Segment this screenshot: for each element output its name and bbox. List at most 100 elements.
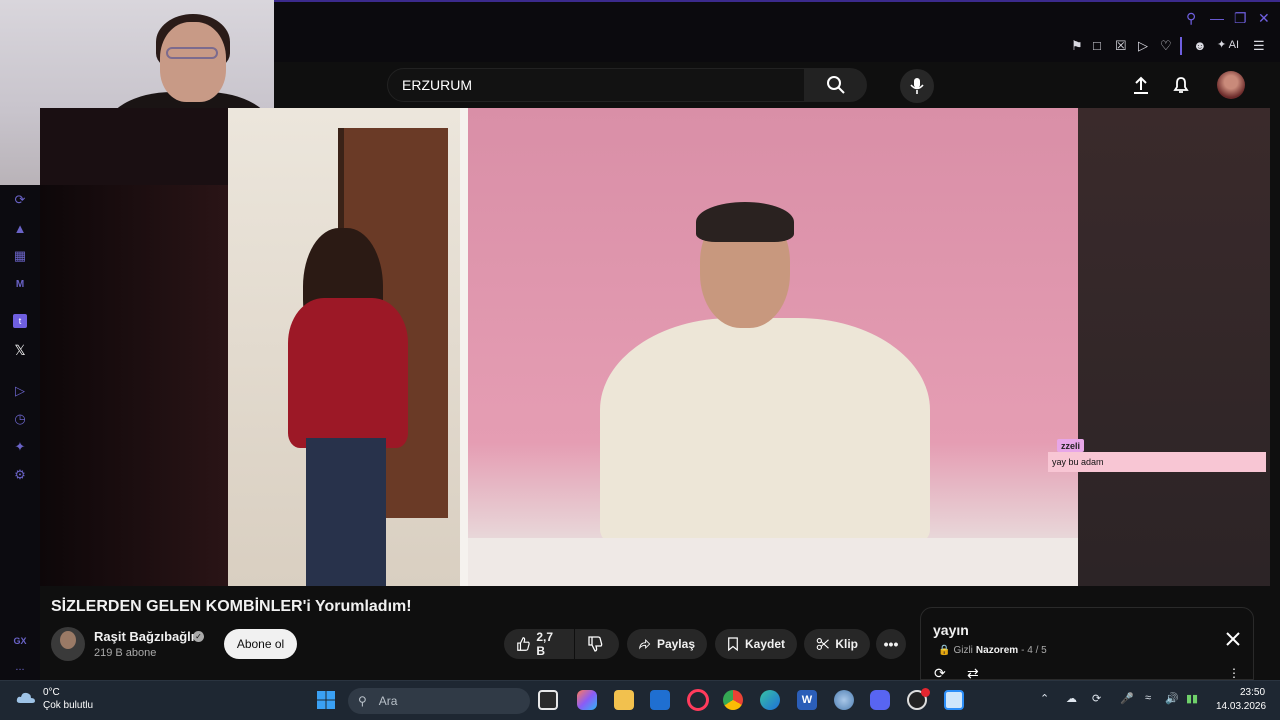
extensions-icon[interactable]: ✦ — [10, 437, 30, 457]
player-icon[interactable]: ▷ — [1138, 38, 1148, 54]
edge-icon[interactable] — [760, 690, 780, 710]
tray-overflow-icon[interactable]: ⌃ — [1040, 692, 1049, 705]
clip-button[interactable]: Klip — [804, 629, 870, 659]
search-input[interactable]: ERZURUM — [387, 68, 805, 102]
taskbar-search-placeholder: Ara — [378, 694, 398, 708]
speed-dial-icon[interactable]: ⟳ — [10, 190, 30, 210]
chrome-icon[interactable] — [723, 690, 743, 710]
ai-button[interactable]: ✦ AI — [1217, 38, 1239, 51]
share-label: Paylaş — [656, 637, 695, 651]
dislike-button[interactable] — [575, 629, 619, 659]
clip-label: Klip — [835, 637, 858, 651]
account-avatar[interactable] — [1217, 71, 1245, 99]
webcam-glasses — [166, 47, 218, 59]
like-button[interactable]: 2,7 B — [504, 629, 574, 659]
bookmark-icon — [728, 637, 738, 652]
host-sweater — [600, 318, 930, 548]
video-frame-right — [1078, 108, 1270, 586]
sidebar-more-icon[interactable]: ... — [10, 657, 30, 677]
history-icon[interactable]: ◷ — [10, 409, 30, 429]
scissors-icon — [816, 638, 829, 650]
mic-tray-icon[interactable]: 🎤 — [1120, 692, 1134, 705]
task-view-icon[interactable] — [538, 690, 558, 710]
host-hair — [696, 202, 794, 242]
playlist-close-icon[interactable] — [1224, 630, 1242, 648]
playlist-menu-icon[interactable]: ⋮ — [1228, 666, 1240, 680]
player-sidebar-icon[interactable]: ▷ — [10, 381, 30, 401]
onedrive-icon[interactable]: ☁ — [1066, 692, 1077, 705]
browser-sidebar: ⟳ ▲ ▦ M t 𝕏 ▷ ◷ ✦ ⚙ GX ... — [0, 185, 40, 680]
x-twitter-icon[interactable]: 𝕏 — [10, 340, 30, 360]
more-dots-icon: ••• — [883, 636, 899, 652]
playlist-title[interactable]: yayın — [933, 622, 969, 638]
volume-icon[interactable]: 🔊 — [1165, 692, 1179, 705]
word-icon[interactable]: W — [797, 690, 817, 710]
pin-icon[interactable]: ⚑ — [1071, 38, 1083, 54]
thumbs-up-icon — [517, 637, 530, 651]
photo-jeans — [306, 438, 386, 586]
twitch-icon[interactable]: t — [13, 314, 27, 328]
windows-start-icon[interactable] — [316, 690, 336, 710]
discord-icon[interactable] — [870, 690, 890, 710]
like-count: 2,7 B — [536, 630, 554, 658]
save-button[interactable]: Kaydet — [715, 629, 797, 659]
adblock-icon[interactable]: ☒ — [1115, 38, 1127, 54]
messenger-icon[interactable]: M — [10, 274, 30, 294]
cloud-weather-icon[interactable] — [16, 690, 36, 704]
gx-control-icon[interactable]: ▲ — [10, 218, 30, 238]
search-query: ERZURUM — [402, 77, 472, 93]
taskbar-search[interactable]: ⚲ Ara — [348, 688, 530, 714]
sync-icon[interactable]: ⟳ — [1092, 692, 1101, 705]
search-icon — [827, 76, 845, 94]
close-window-icon[interactable]: ✕ — [1258, 10, 1270, 27]
file-explorer-icon[interactable] — [614, 690, 634, 710]
menu-icon[interactable]: ☰ — [1253, 38, 1265, 54]
upload-icon[interactable] — [1131, 75, 1151, 95]
minimize-icon[interactable]: — — [1210, 10, 1224, 26]
heart-icon[interactable]: ♡ — [1160, 38, 1172, 54]
battery-icon[interactable]: ▮▮ — [1186, 692, 1198, 705]
share-button[interactable]: Paylaş — [627, 629, 707, 659]
snapshot-icon[interactable]: □ — [1093, 38, 1101, 53]
lock-icon: 🔒 — [938, 645, 951, 656]
settings-gear-icon[interactable]: ⚙ — [10, 465, 30, 485]
verified-check-icon: ✓ — [193, 631, 204, 642]
copilot-icon[interactable] — [577, 690, 597, 710]
notification-badge — [921, 688, 930, 697]
webcam-face — [160, 22, 226, 102]
toolbar-divider — [1180, 37, 1182, 55]
search-button[interactable] — [805, 68, 867, 102]
accent-line — [274, 0, 1280, 2]
photo-red-jacket — [288, 298, 408, 448]
playlist-privacy: Gizli — [953, 645, 973, 656]
clock-time[interactable]: 23:50 — [1240, 687, 1265, 698]
weather-description[interactable]: Çok bulutlu — [43, 700, 93, 711]
opera-gx-icon[interactable] — [687, 689, 709, 711]
window-app-icon[interactable] — [944, 690, 964, 710]
windows-taskbar — [0, 680, 1280, 720]
video-title: SİZLERDEN GELEN KOMBİNLER'i Yorumladım! — [51, 598, 412, 615]
restore-icon[interactable]: ❐ — [1234, 10, 1247, 27]
voice-search-button[interactable] — [900, 69, 934, 103]
microsoft-store-icon[interactable] — [650, 690, 670, 710]
channel-avatar[interactable] — [51, 627, 85, 661]
microphone-icon — [910, 78, 924, 94]
weather-temperature[interactable]: 0°C — [43, 687, 60, 698]
chat-message: yay bu adam — [1048, 452, 1266, 472]
profile-icon[interactable]: ☻ — [1193, 38, 1207, 53]
subscribe-button[interactable]: Abone ol — [224, 629, 297, 659]
more-actions-button[interactable]: ••• — [876, 629, 906, 659]
clock-date[interactable]: 14.03.2026 — [1216, 701, 1266, 712]
youtube-header: ERZURUM — [274, 62, 1280, 108]
notifications-bell-icon[interactable] — [1171, 75, 1191, 95]
taskbar-search-icon: ⚲ — [358, 694, 367, 708]
browser-top-bar: ⚲ — ❐ ✕ ⚑ □ ☒ ▷ ♡ ☻ ✦ AI ☰ — [274, 0, 1280, 62]
gx-corner-icon[interactable]: ▦ — [10, 246, 30, 266]
save-label: Kaydet — [744, 637, 785, 651]
channel-name[interactable]: Raşit Bağzıbağlı — [94, 629, 194, 644]
wifi-icon[interactable]: ≈ — [1145, 692, 1151, 704]
video-player[interactable] — [40, 108, 1270, 586]
globe-app-icon[interactable] — [834, 690, 854, 710]
video-frame-left — [40, 185, 228, 586]
search-tabs-icon[interactable]: ⚲ — [1186, 10, 1196, 27]
